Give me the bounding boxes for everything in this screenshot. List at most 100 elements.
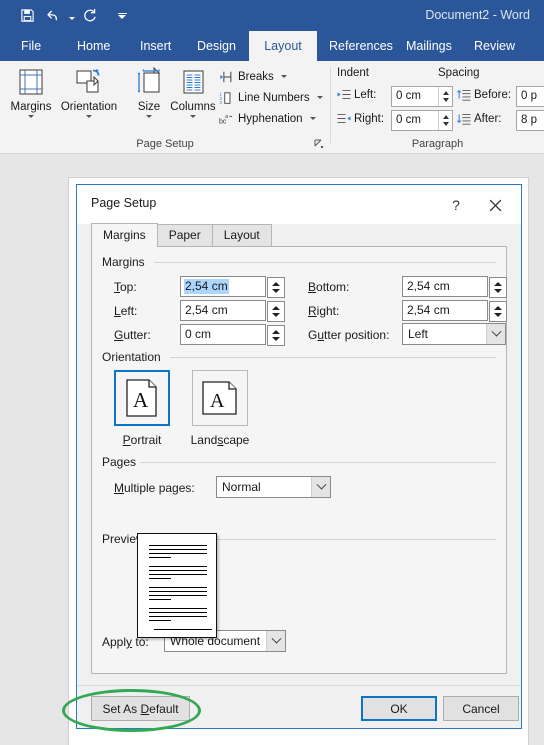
redo-icon[interactable] (77, 3, 103, 29)
page-setup-group-label: Page Setup (136, 138, 194, 150)
bottom-margin-label: Bottom: (308, 280, 350, 294)
gutter-input[interactable]: 0 cm (180, 324, 285, 346)
left-margin-value: 2,54 cm (185, 303, 228, 317)
breaks-label: Breaks (238, 70, 274, 83)
margins-button[interactable]: Margins (2, 65, 60, 118)
columns-icon (178, 65, 208, 99)
size-label: Size (137, 101, 161, 113)
spacing-after-icon (457, 112, 471, 126)
ribbon-group-paragraph: Indent Spacing Left: 0 cm Right: 0 cm Be… (331, 61, 544, 154)
ok-button[interactable]: OK (361, 696, 437, 721)
svg-text:A: A (210, 390, 225, 412)
gutter-spinner[interactable] (267, 325, 285, 346)
breaks-dropdown-icon[interactable] (280, 75, 287, 78)
top-margin-spinner[interactable] (267, 277, 285, 298)
page-setup-dialog-launcher[interactable] (313, 138, 324, 149)
portrait-page-icon: A (126, 379, 157, 417)
hyphenation-dropdown-icon[interactable] (309, 117, 316, 120)
chevron-down-icon[interactable] (486, 324, 505, 344)
undo-dropdown-icon[interactable] (66, 3, 77, 29)
customize-quick-access-icon[interactable] (111, 3, 133, 29)
indent-right-input[interactable]: 0 cm (391, 110, 453, 131)
undo-icon[interactable] (40, 3, 66, 29)
portrait-label: Portrait (122, 433, 162, 447)
line-numbers-dropdown-icon[interactable] (316, 96, 323, 99)
orientation-label: Orientation (60, 101, 118, 113)
bottom-margin-spinner[interactable] (489, 277, 507, 298)
ribbon: Margins Orientation Size Columns Breaks … (0, 61, 544, 154)
tab-mailings[interactable]: Mailings (397, 31, 461, 61)
orientation-button[interactable]: Orientation (60, 65, 118, 118)
multiple-pages-select[interactable]: Normal (216, 476, 331, 498)
tab-insert[interactable]: Insert (131, 31, 180, 61)
tab-references[interactable]: References (320, 31, 402, 61)
size-icon (134, 65, 164, 99)
indent-left-field-label: Left: (354, 89, 377, 101)
spacing-before-value: 0 p (521, 90, 537, 102)
help-icon[interactable]: ? (445, 194, 467, 216)
breaks-button[interactable]: Breaks (218, 67, 287, 86)
cancel-button[interactable]: Cancel (443, 696, 519, 721)
gutter-label: Gutter: (114, 328, 151, 342)
orientation-dropdown-icon[interactable] (86, 115, 92, 118)
landscape-label: Landscape (190, 433, 250, 447)
indent-left-icon (337, 88, 351, 102)
spacing-before-input[interactable]: 0 p (516, 86, 544, 107)
left-margin-input[interactable]: 2,54 cm (180, 300, 285, 322)
orientation-portrait-option[interactable]: A (114, 370, 170, 426)
margins-dropdown-icon[interactable] (28, 115, 34, 118)
page-setup-dialog: Page Setup ? Margins Paper Layout Margin… (76, 184, 522, 729)
svg-text:3: 3 (219, 100, 222, 105)
line-numbers-label: Line Numbers (238, 91, 310, 104)
ribbon-tab-bar: File Home Insert Design Layout Reference… (0, 31, 544, 61)
indent-right-spinner[interactable] (438, 111, 452, 130)
pages-group-rule (140, 462, 496, 463)
set-as-default-label: Set As Default (102, 701, 179, 716)
tab-review[interactable]: Review (465, 31, 524, 61)
top-margin-input[interactable]: 2,54 cm (180, 276, 285, 298)
dialog-title: Page Setup (91, 196, 157, 210)
indent-right-field-label: Right: (354, 113, 385, 125)
gutter-value: 0 cm (185, 327, 212, 341)
right-margin-spinner[interactable] (489, 301, 507, 322)
multiple-pages-value: Normal (222, 480, 261, 494)
left-margin-spinner[interactable] (267, 301, 285, 322)
tab-layout[interactable]: Layout (249, 31, 317, 61)
tab-layout-dialog[interactable]: Layout (211, 224, 272, 246)
chevron-down-icon[interactable] (266, 631, 285, 651)
orientation-icon (74, 65, 104, 99)
breaks-icon (218, 69, 234, 85)
spacing-after-field-label: After: (474, 113, 502, 125)
orientation-landscape-option[interactable]: A (192, 370, 248, 426)
gutter-position-select[interactable]: Left (402, 323, 506, 345)
margins-icon (16, 65, 46, 99)
chevron-down-icon[interactable] (311, 477, 330, 497)
save-icon[interactable] (14, 3, 40, 29)
dialog-title-bar: Page Setup ? (77, 185, 521, 224)
tab-home[interactable]: Home (68, 31, 119, 61)
hyphenation-label: Hyphenation (238, 112, 303, 125)
columns-button[interactable]: Columns (162, 65, 224, 118)
svg-text:a: a (225, 114, 228, 120)
tab-paper[interactable]: Paper (156, 224, 213, 246)
line-numbers-button[interactable]: 123 Line Numbers (218, 88, 323, 107)
columns-label: Columns (170, 101, 216, 113)
indent-left-input[interactable]: 0 cm (391, 86, 453, 107)
columns-dropdown-icon[interactable] (190, 115, 196, 118)
spacing-label: Spacing (438, 67, 480, 79)
spacing-after-input[interactable]: 8 p (516, 110, 544, 131)
tab-margins[interactable]: Margins (91, 223, 158, 247)
spacing-before-field-label: Before: (474, 89, 512, 101)
close-icon[interactable] (483, 194, 507, 216)
hyphenation-button[interactable]: bc a Hyphenation (218, 109, 316, 128)
tab-design[interactable]: Design (188, 31, 245, 61)
svg-text:A: A (133, 388, 149, 412)
set-as-default-button[interactable]: Set As Default (91, 696, 190, 721)
right-margin-label: Right: (308, 304, 340, 318)
indent-left-spinner[interactable] (438, 87, 452, 106)
right-margin-input[interactable]: 2,54 cm (402, 300, 507, 322)
size-dropdown-icon[interactable] (146, 115, 152, 118)
gutter-position-label: Gutter position: (308, 328, 390, 342)
tab-file[interactable]: File (12, 31, 50, 61)
bottom-margin-input[interactable]: 2,54 cm (402, 276, 507, 298)
